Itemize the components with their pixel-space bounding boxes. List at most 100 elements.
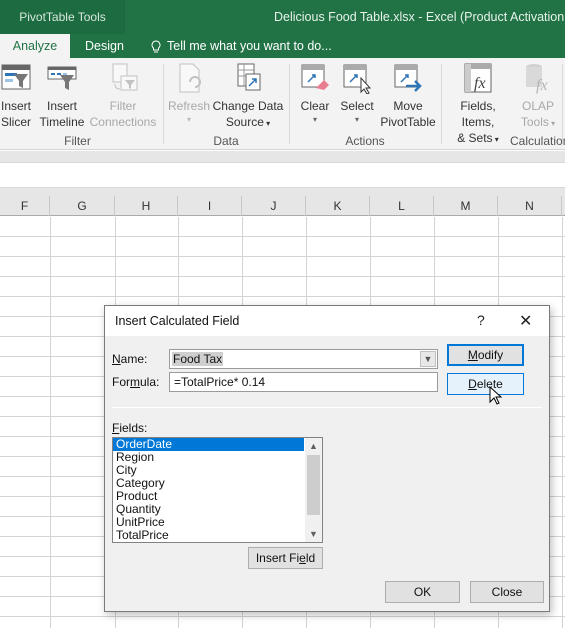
- fields-label: Fields:: [112, 421, 147, 435]
- ok-button[interactable]: OK: [385, 581, 460, 603]
- slicer-icon: [1, 64, 31, 90]
- olap-tools-button[interactable]: fx OLAP Tools ▾: [518, 62, 558, 132]
- move-pivottable-line2: PivotTable: [380, 115, 436, 129]
- fields-listbox[interactable]: OrderDate Region City Category Product Q…: [112, 437, 323, 543]
- fields-scrollbar[interactable]: ▲ ▼: [305, 438, 322, 542]
- move-pivottable-button[interactable]: Move PivotTable: [378, 62, 438, 130]
- group-separator: [289, 64, 290, 144]
- olap-tools-line2: Tools: [520, 115, 549, 129]
- sheet-gap: [0, 188, 565, 196]
- fields-items-sets-line1: Fields, Items,: [460, 99, 496, 129]
- name-value: Food Tax: [172, 352, 224, 366]
- name-combobox[interactable]: Food Tax ▼: [169, 349, 438, 369]
- filter-connections-line1: Filter: [109, 99, 137, 113]
- insert-field-accel: e: [299, 551, 306, 565]
- field-item[interactable]: TotalPrice: [113, 529, 304, 542]
- insert-timeline-line2: Timeline: [39, 115, 85, 129]
- ribbon: Insert Slicer Insert Timeline Filter Con…: [0, 58, 565, 150]
- modify-button[interactable]: Modify: [447, 344, 524, 366]
- column-header-k[interactable]: K: [306, 196, 370, 216]
- column-header-l[interactable]: L: [370, 196, 434, 216]
- tab-analyze[interactable]: Analyze: [0, 34, 70, 58]
- group-label-calculation: Calculation: [510, 134, 565, 148]
- clear-button[interactable]: Clear ▾: [296, 62, 334, 126]
- gridline: [562, 217, 563, 628]
- filter-connections-button[interactable]: Filter Connections: [88, 62, 158, 130]
- column-headers: F G H I J K L M N: [0, 196, 565, 216]
- scrollbar-thumb[interactable]: [307, 455, 320, 515]
- context-tab-label: PivotTable Tools: [19, 10, 106, 24]
- ribbon-tabs: Analyze Design Tell me what you want to …: [0, 34, 565, 58]
- change-data-source-caret-icon: ▾: [263, 119, 271, 128]
- mouse-pointer-icon: [489, 386, 503, 405]
- column-header-h[interactable]: H: [115, 196, 178, 216]
- select-label: Select: [340, 99, 374, 113]
- fields-items-sets-line2: & Sets: [457, 131, 493, 145]
- insert-timeline-line1: Insert: [46, 99, 77, 113]
- group-label-data: Data: [213, 134, 239, 148]
- tab-design[interactable]: Design: [75, 34, 130, 58]
- fields-items-sets-caret-icon: ▾: [492, 135, 499, 144]
- refresh-button[interactable]: Refresh ▾: [167, 62, 211, 126]
- svg-text:fx: fx: [536, 77, 548, 94]
- change-data-source-button[interactable]: Change Data Source ▾: [212, 62, 284, 132]
- formula-input[interactable]: [169, 372, 438, 392]
- change-data-source-line2: Source: [225, 115, 264, 129]
- name-label-text: ame:: [120, 352, 148, 366]
- column-header-j[interactable]: J: [242, 196, 306, 216]
- move-pivottable-icon: [394, 64, 422, 92]
- clear-caret-icon: ▾: [312, 115, 317, 124]
- window-title: Delicious Food Table.xlsx - Excel (Produ…: [274, 10, 565, 24]
- ribbon-gap: [0, 151, 565, 162]
- delete-accel: D: [468, 377, 477, 391]
- insert-field-button[interactable]: Insert Field: [248, 547, 323, 569]
- change-data-source-line1: Change Data: [212, 99, 284, 113]
- tell-me-box[interactable]: Tell me what you want to do...: [150, 34, 332, 58]
- scroll-down-icon[interactable]: ▼: [305, 526, 322, 542]
- insert-slicer-button[interactable]: Insert Slicer: [0, 62, 36, 130]
- insert-timeline-button[interactable]: Insert Timeline: [38, 62, 86, 130]
- refresh-icon: [179, 63, 201, 93]
- lightbulb-icon: [151, 40, 161, 53]
- refresh-label: Refresh: [167, 99, 211, 113]
- insert-slicer-line2: Slicer: [0, 115, 31, 129]
- column-header-m[interactable]: M: [434, 196, 498, 216]
- svg-text:fx: fx: [474, 75, 486, 92]
- group-separator: [562, 64, 563, 144]
- field-item[interactable]: Region: [113, 451, 304, 464]
- formula-label: Formula:: [112, 375, 159, 389]
- group-separator: [441, 64, 442, 144]
- formula-label-accel: m: [130, 375, 140, 389]
- refresh-caret-icon: ▾: [186, 115, 191, 124]
- column-header-g[interactable]: G: [50, 196, 115, 216]
- formula-label-a: For: [112, 375, 130, 389]
- column-header-n[interactable]: N: [498, 196, 562, 216]
- close-button[interactable]: Close: [470, 581, 544, 603]
- insert-field-b: ld: [305, 551, 316, 565]
- filter-connections-line2: Connections: [89, 115, 157, 129]
- olap-tools-caret-icon: ▾: [548, 119, 556, 128]
- close-icon[interactable]: ✕: [519, 311, 532, 331]
- scroll-up-icon[interactable]: ▲: [305, 438, 322, 454]
- select-button[interactable]: Select ▾: [338, 62, 376, 126]
- fields-items-sets-button[interactable]: fx Fields, Items, & Sets ▾: [445, 62, 511, 148]
- column-header-i[interactable]: I: [178, 196, 242, 216]
- column-header-f[interactable]: F: [0, 196, 50, 216]
- select-caret-icon: ▾: [354, 115, 359, 124]
- dialog-titlebar[interactable]: Insert Calculated Field ? ✕: [105, 306, 549, 336]
- group-label-filter: Filter: [64, 134, 91, 148]
- filter-connections-icon: [112, 63, 138, 91]
- group-label-actions: Actions: [345, 134, 385, 148]
- help-button[interactable]: ?: [477, 312, 485, 328]
- timeline-icon: [47, 66, 77, 90]
- gridline: [50, 217, 51, 628]
- modify-text: odify: [477, 348, 504, 362]
- formula-label-b: ula:: [140, 375, 160, 389]
- formula-bar[interactable]: [0, 162, 565, 188]
- insert-slicer-line1: Insert: [0, 99, 31, 113]
- chevron-down-icon[interactable]: ▼: [420, 351, 436, 367]
- olap-tools-icon: fx: [526, 64, 548, 94]
- delete-button[interactable]: Delete: [447, 373, 524, 395]
- insert-calculated-field-dialog: Insert Calculated Field ? ✕ Name: Food T…: [104, 305, 550, 612]
- change-data-source-icon: [237, 63, 261, 91]
